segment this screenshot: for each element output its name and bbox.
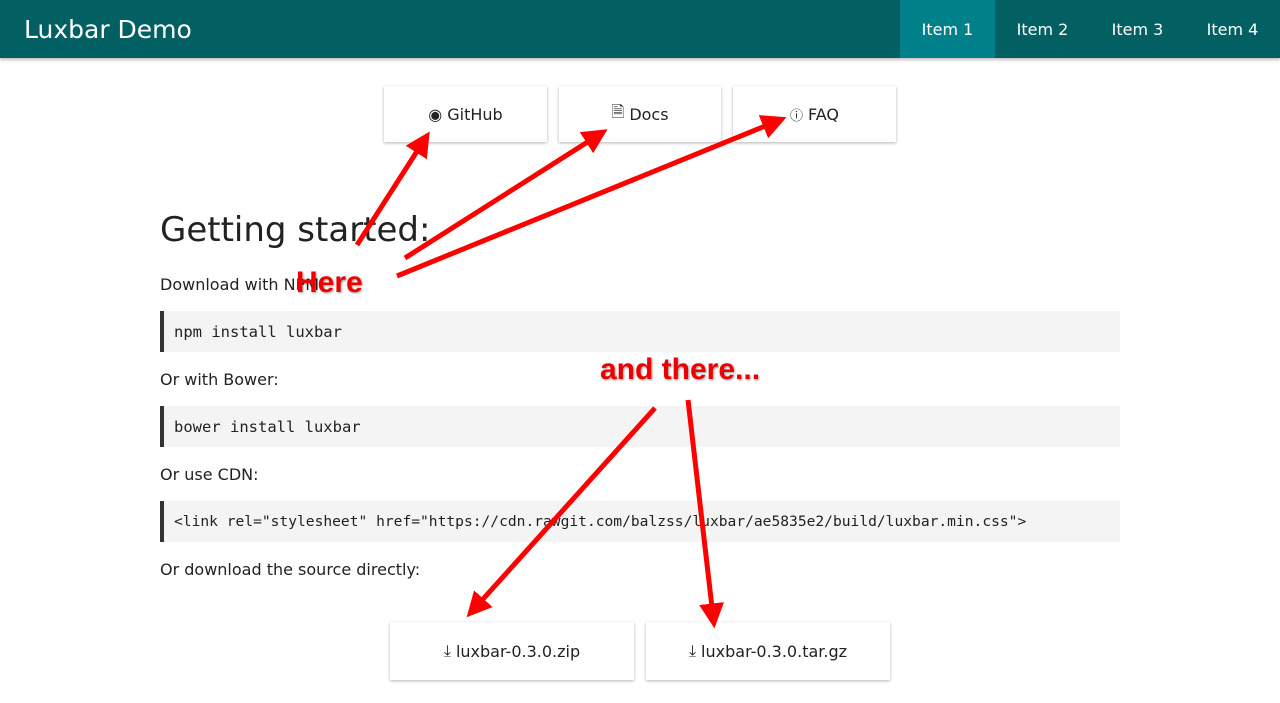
nav-item-3[interactable]: Item 3 (1090, 0, 1185, 58)
cdn-text: Or use CDN: (160, 465, 259, 484)
download-zip-button[interactable]: ⤓ luxbar-0.3.0.zip (390, 622, 634, 680)
nav-item-2[interactable]: Item 2 (995, 0, 1090, 58)
arrow-to-faq (396, 115, 787, 279)
nav-item-1[interactable]: Item 1 (900, 0, 995, 58)
source-text: Or download the source directly: (160, 560, 421, 579)
npm-code: npm install luxbar (160, 311, 1120, 352)
annotation-there: and there... (600, 353, 761, 386)
document-icon: 🗎 (611, 101, 625, 121)
download-targz-button[interactable]: ⤓ luxbar-0.3.0.tar.gz (646, 622, 890, 680)
navbar: Luxbar Demo Item 1 Item 2 Item 3 Item 4 (0, 0, 1280, 58)
bower-code: bower install luxbar (160, 406, 1120, 447)
github-button[interactable]: ◉ GitHub (384, 86, 547, 142)
download-icon: ⤓ (443, 641, 451, 660)
bower-text: Or with Bower: (160, 370, 279, 389)
faq-label: FAQ (808, 104, 839, 124)
annotation-here: Here (296, 266, 363, 299)
download-targz-label: luxbar-0.3.0.tar.gz (701, 641, 848, 661)
download-icon: ⤓ (688, 641, 697, 660)
question-circle-icon: ⓘ (789, 108, 803, 124)
faq-button[interactable]: ⓘ FAQ (733, 86, 896, 142)
brand-title[interactable]: Luxbar Demo (24, 15, 900, 44)
arrow-to-docs (403, 129, 608, 261)
github-label: GitHub (447, 104, 503, 124)
download-zip-label: luxbar-0.3.0.zip (455, 641, 581, 661)
github-icon: ◉ (428, 104, 443, 124)
docs-button[interactable]: 🗎 Docs (559, 86, 721, 142)
nav-item-4[interactable]: Item 4 (1185, 0, 1280, 58)
docs-label: Docs (629, 104, 669, 124)
cdn-code: <link rel="stylesheet" href="https://cdn… (160, 501, 1120, 542)
page-heading: Getting started: (160, 210, 431, 250)
